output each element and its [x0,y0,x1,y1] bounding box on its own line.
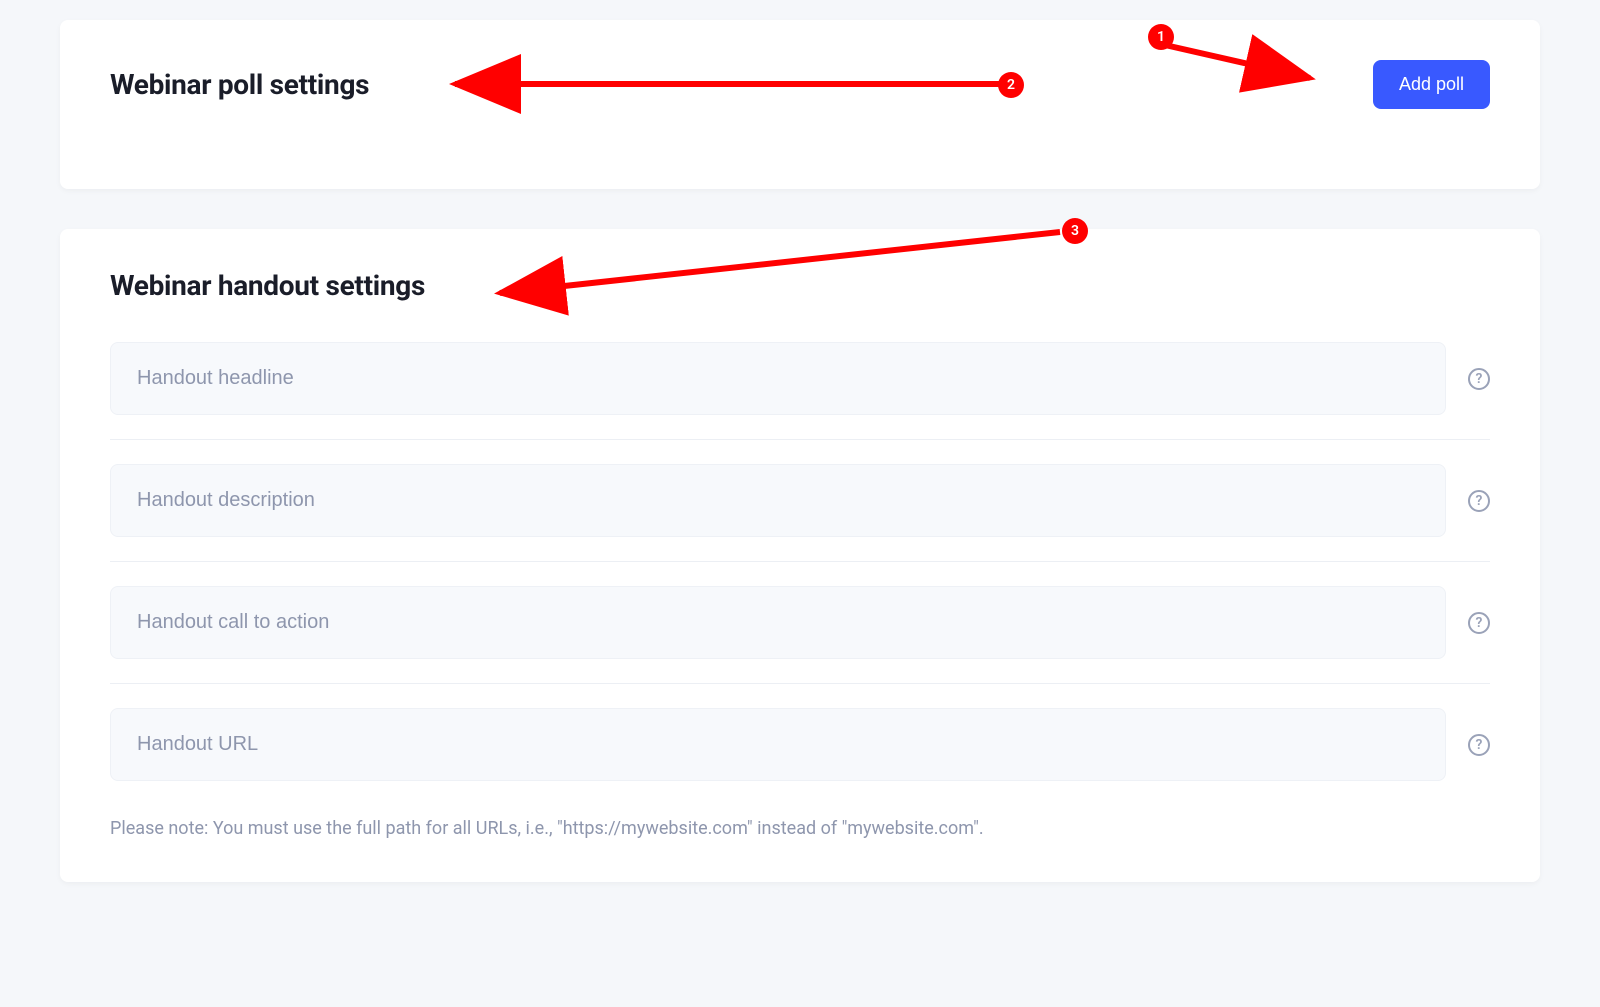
add-poll-button[interactable]: Add poll [1373,60,1490,109]
help-icon[interactable]: ? [1468,490,1490,512]
help-icon[interactable]: ? [1468,612,1490,634]
handout-headline-input[interactable] [110,342,1446,415]
handout-url-row: ? [110,708,1490,805]
handout-headline-row: ? [110,342,1490,440]
handout-cta-row: ? [110,586,1490,684]
help-icon[interactable]: ? [1468,368,1490,390]
poll-settings-card: Webinar poll settings Add poll [60,20,1540,189]
poll-card-header: Webinar poll settings Add poll [110,60,1490,109]
poll-settings-title: Webinar poll settings [110,68,369,101]
handout-url-input[interactable] [110,708,1446,781]
handout-settings-card: Webinar handout settings ? ? ? ? Please … [60,229,1540,882]
handout-cta-input[interactable] [110,586,1446,659]
handout-settings-title: Webinar handout settings [110,269,1490,302]
handout-note: Please note: You must use the full path … [110,815,1490,842]
handout-description-input[interactable] [110,464,1446,537]
handout-description-row: ? [110,464,1490,562]
help-icon[interactable]: ? [1468,734,1490,756]
